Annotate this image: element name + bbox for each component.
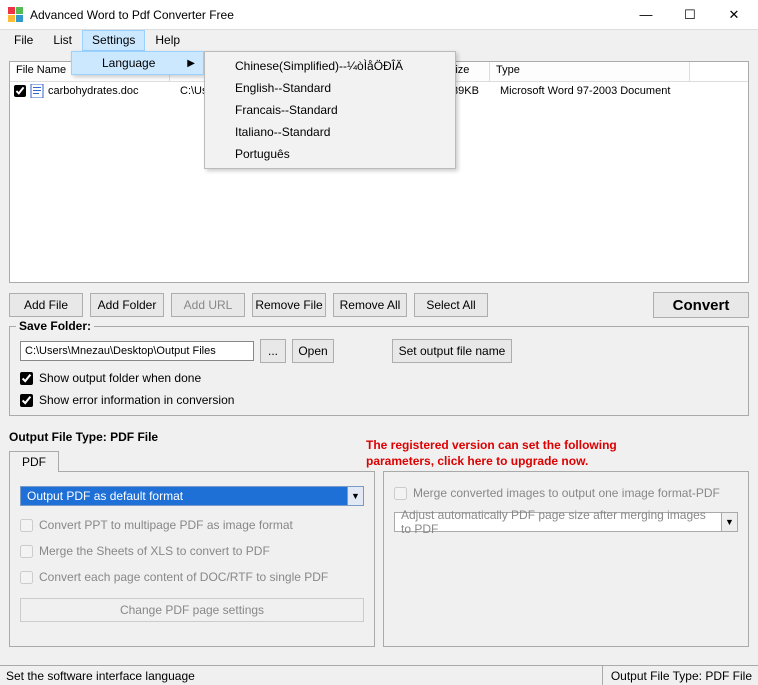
add-file-button[interactable]: Add File [9, 293, 83, 317]
file-checkbox[interactable] [14, 85, 26, 97]
combo-text: Output PDF as default format [21, 489, 347, 503]
output-file-type-label: Output File Type: PDF File [9, 430, 158, 444]
merge-images-label: Merge converted images to output one ima… [413, 486, 720, 500]
titlebar: Advanced Word to Pdf Converter Free — ☐ … [0, 0, 758, 30]
status-right: Output File Type: PDF File [602, 666, 752, 685]
show-error-checkbox[interactable] [20, 394, 33, 407]
upgrade-line1: The registered version can set the follo… [366, 437, 617, 453]
lang-option[interactable]: Chinese(Simplified)--¼òÌåÖÐÎÄ [205, 55, 455, 77]
show-error-label: Show error information in conversion [39, 393, 234, 407]
maximize-button[interactable]: ☐ [668, 1, 712, 29]
browse-button[interactable]: ... [260, 339, 286, 363]
status-text: Set the software interface language [6, 669, 195, 683]
convert-ppt-label: Convert PPT to multipage PDF as image fo… [39, 518, 293, 532]
menubar: File List Settings Help [0, 30, 758, 51]
remove-file-button[interactable]: Remove File [252, 293, 326, 317]
show-output-folder-label: Show output folder when done [39, 371, 201, 385]
menu-list[interactable]: List [43, 30, 82, 51]
submenu-language-label: Language [102, 56, 155, 70]
chevron-right-icon: ▶ [187, 58, 195, 69]
merge-xls-label: Merge the Sheets of XLS to convert to PD… [39, 544, 270, 558]
merge-images-checkbox [394, 487, 407, 500]
combo-text: Adjust automatically PDF page size after… [395, 508, 721, 536]
save-path-input[interactable] [20, 341, 254, 361]
add-url-button[interactable]: Add URL [171, 293, 245, 317]
pdf-options-panel-left: Output PDF as default format ▼ Convert P… [9, 471, 375, 647]
menu-settings[interactable]: Settings [82, 30, 145, 51]
lang-option[interactable]: English--Standard [205, 77, 455, 99]
lang-option[interactable]: Português [205, 143, 455, 165]
convert-doc-checkbox [20, 571, 33, 584]
file-type: Microsoft Word 97-2003 Document [500, 85, 670, 97]
convert-doc-label: Convert each page content of DOC/RTF to … [39, 570, 328, 584]
language-submenu: Chinese(Simplified)--¼òÌåÖÐÎÄ English--S… [204, 51, 456, 169]
page-size-combo: Adjust automatically PDF page size after… [394, 512, 738, 532]
pdf-format-combo[interactable]: Output PDF as default format ▼ [20, 486, 364, 506]
app-title: Advanced Word to Pdf Converter Free [30, 8, 624, 22]
statusbar: Set the software interface language Outp… [0, 665, 758, 685]
pdf-options-panel-right: Merge converted images to output one ima… [383, 471, 749, 647]
settings-submenu: Language ▶ [71, 51, 204, 75]
menu-file[interactable]: File [4, 30, 43, 51]
file-name: carbohydrates.doc [48, 85, 180, 97]
minimize-button[interactable]: — [624, 1, 668, 29]
merge-xls-checkbox [20, 545, 33, 558]
doc-icon [30, 84, 44, 98]
show-output-folder-checkbox[interactable] [20, 372, 33, 385]
open-button[interactable]: Open [292, 339, 334, 363]
app-icon [8, 7, 24, 23]
remove-all-button[interactable]: Remove All [333, 293, 407, 317]
chevron-down-icon: ▼ [721, 513, 737, 531]
tab-pdf[interactable]: PDF [9, 451, 59, 472]
set-output-filename-button[interactable]: Set output file name [392, 339, 512, 363]
close-button[interactable]: ✕ [712, 1, 756, 29]
change-pdf-settings-button[interactable]: Change PDF page settings [20, 598, 364, 622]
add-folder-button[interactable]: Add Folder [90, 293, 164, 317]
save-folder-group: Save Folder: ... Open Set output file na… [9, 326, 749, 416]
submenu-language[interactable]: Language ▶ [71, 51, 204, 75]
select-all-button[interactable]: Select All [414, 293, 488, 317]
convert-ppt-checkbox [20, 519, 33, 532]
lang-option[interactable]: Francais--Standard [205, 99, 455, 121]
menu-help[interactable]: Help [145, 30, 190, 51]
upgrade-line2: parameters, click here to upgrade now. [366, 453, 617, 469]
save-folder-legend: Save Folder: [16, 319, 94, 333]
file-size: 39KB [452, 85, 500, 97]
upgrade-message[interactable]: The registered version can set the follo… [366, 437, 617, 469]
chevron-down-icon[interactable]: ▼ [347, 487, 363, 505]
col-type[interactable]: Type [490, 62, 690, 81]
lang-option[interactable]: Italiano--Standard [205, 121, 455, 143]
convert-button[interactable]: Convert [653, 292, 749, 318]
